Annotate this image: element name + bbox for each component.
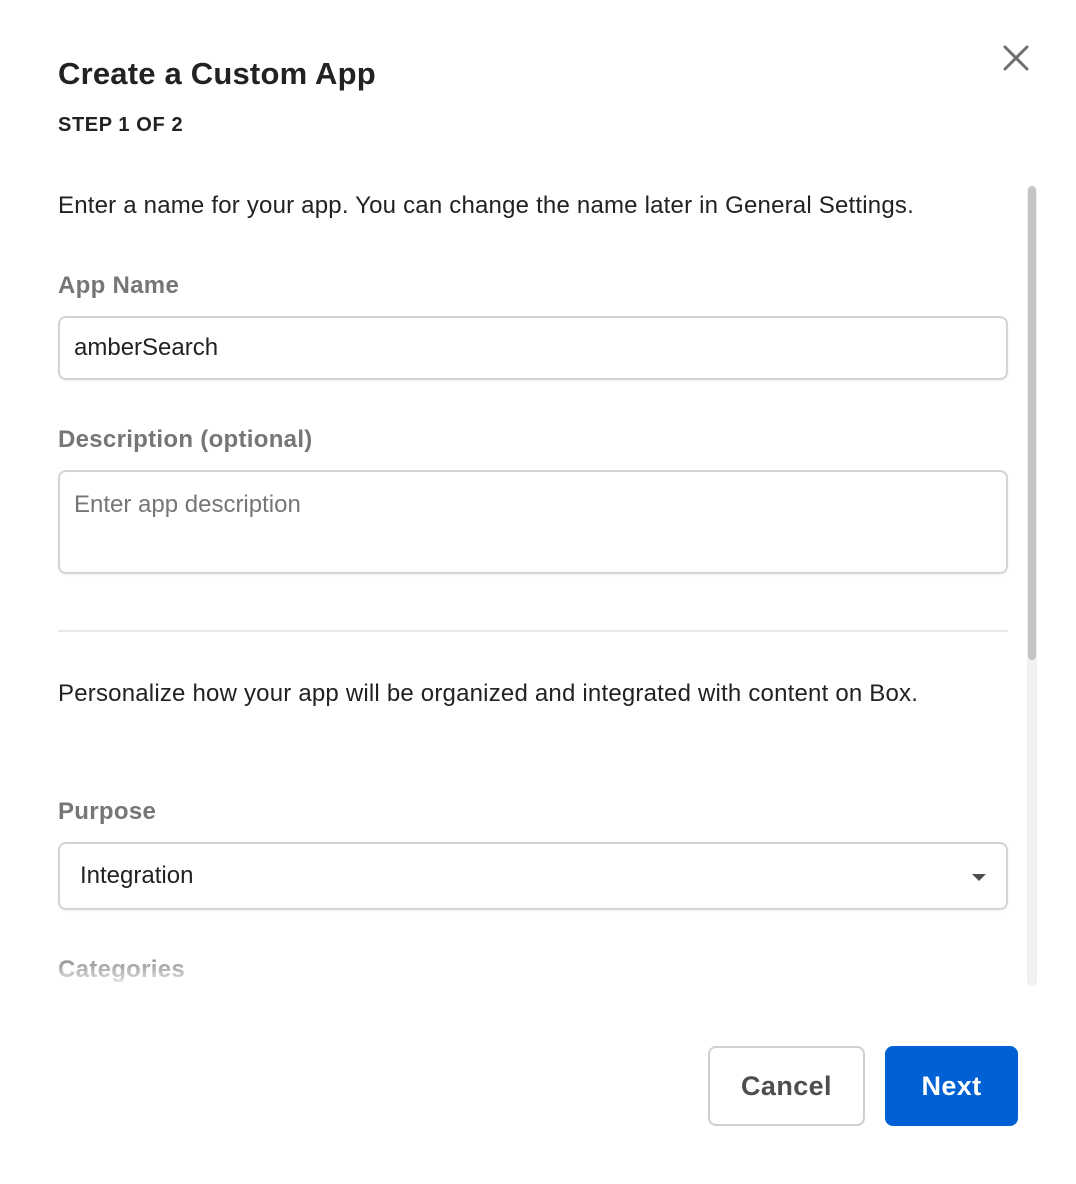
app-name-label: App Name — [58, 272, 180, 299]
scroll-fade-overlay — [58, 950, 1008, 986]
description-input[interactable] — [58, 470, 1008, 574]
purpose-label: Purpose — [58, 798, 157, 825]
personalize-text: Personalize how your app will be organiz… — [58, 680, 919, 707]
section-divider — [58, 630, 1008, 632]
app-name-input[interactable] — [58, 316, 1008, 380]
chevron-down-icon — [972, 874, 986, 881]
purpose-selected-value: Integration — [80, 862, 194, 889]
dialog-title: Create a Custom App — [58, 56, 376, 91]
scrollbar-thumb[interactable] — [1028, 186, 1036, 660]
cancel-button[interactable]: Cancel — [708, 1046, 865, 1126]
next-button[interactable]: Next — [885, 1046, 1018, 1126]
categories-label: Categories — [58, 956, 186, 983]
purpose-select[interactable]: Integration — [58, 842, 1008, 910]
step-indicator: STEP 1 OF 2 — [58, 114, 184, 136]
close-button[interactable] — [996, 38, 1036, 78]
intro-text: Enter a name for your app. You can chang… — [58, 192, 914, 219]
create-custom-app-dialog: Create a Custom App STEP 1 OF 2 Enter a … — [0, 0, 1076, 1184]
description-label: Description (optional) — [58, 426, 313, 453]
close-icon — [1003, 45, 1029, 71]
